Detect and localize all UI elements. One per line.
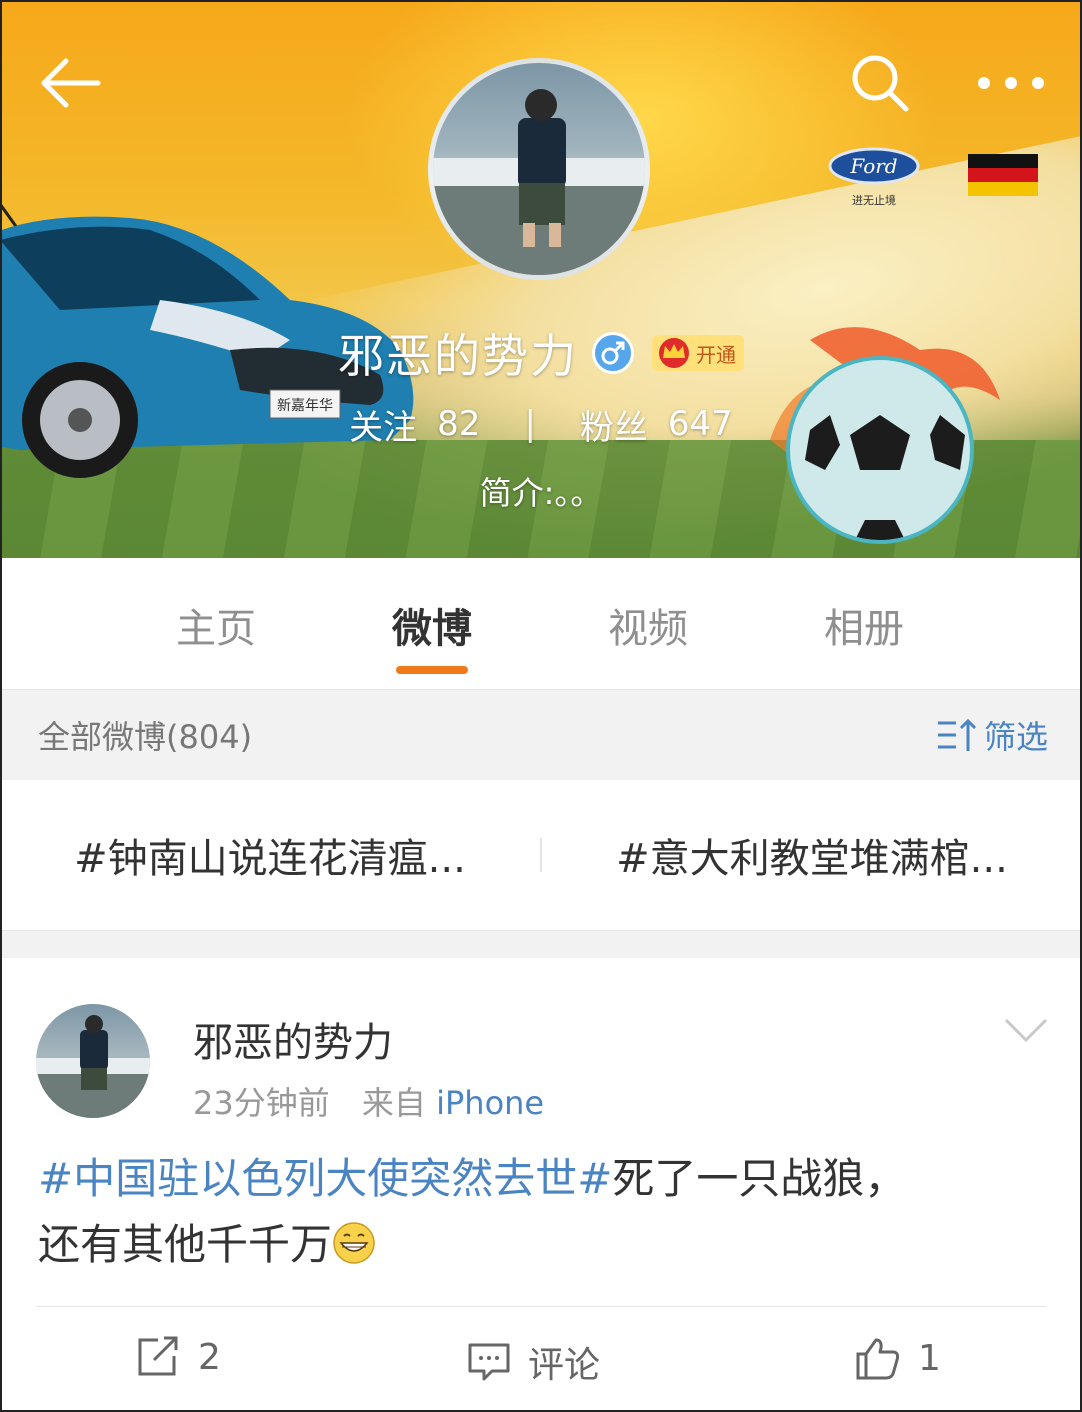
comment-button[interactable]: 评论 xyxy=(466,1336,600,1388)
post-hashtag[interactable]: #中国驻以色列大使突然去世# xyxy=(38,1154,612,1203)
following-label: 关注 xyxy=(349,407,418,448)
svg-text:Ford: Ford xyxy=(849,154,897,178)
repost-count: 2 xyxy=(198,1336,221,1378)
repost-button[interactable]: 2 xyxy=(136,1336,221,1378)
post-text-line2: 还有其他千千万 xyxy=(38,1220,333,1269)
profile-stats: 关注 82 | 粉丝 647 xyxy=(0,400,1082,448)
post-text-line1: 死了一只战狼， xyxy=(612,1154,907,1203)
grin-emoji-icon xyxy=(333,1222,375,1264)
vip-label: 开通 xyxy=(696,342,736,367)
following-count: 82 xyxy=(437,404,481,444)
post-author-avatar[interactable] xyxy=(36,1004,150,1118)
post-time: 23分钟前 xyxy=(193,1084,330,1122)
filter-icon xyxy=(937,718,977,751)
filter-label: 筛选 xyxy=(983,718,1048,756)
post-source-prefix: 来自 xyxy=(361,1084,426,1122)
profile-bio: 简介:。。 xyxy=(479,474,603,512)
filter-bar: 全部微博(804) 筛选 xyxy=(0,690,1082,780)
tab-video[interactable]: 视频 xyxy=(578,596,718,654)
back-button[interactable] xyxy=(30,48,110,118)
tab-home[interactable]: 主页 xyxy=(146,596,286,654)
all-weibo-count: 全部微博(804) xyxy=(38,718,253,756)
search-icon xyxy=(852,55,909,112)
followers-count: 647 xyxy=(667,404,733,444)
profile-banner: 新嘉年华 Ford 进无止境 邪恶的势力 开通 关注 82 | 粉丝 647 简… xyxy=(0,0,1082,558)
ford-logo: Ford 进无止境 xyxy=(828,147,920,207)
avatar-photo xyxy=(433,89,645,275)
crown-icon xyxy=(659,338,689,368)
like-count: 1 xyxy=(918,1337,941,1379)
followers-stat[interactable]: 粉丝 647 xyxy=(580,400,733,449)
more-dots-icon xyxy=(978,77,1044,89)
comment-icon xyxy=(468,1343,510,1381)
post-author-name[interactable]: 邪恶的势力 xyxy=(193,1010,393,1068)
post-divider xyxy=(36,1306,1046,1307)
svg-text:进无止境: 进无止境 xyxy=(852,193,896,207)
profile-name: 邪恶的势力 xyxy=(338,329,578,383)
search-button[interactable] xyxy=(840,48,920,118)
thumbs-up-icon xyxy=(856,1338,900,1380)
profile-tabs: 主页 微博 视频 相册 xyxy=(0,558,1082,690)
back-arrow-icon xyxy=(41,58,101,108)
following-stat[interactable]: 关注 82 xyxy=(349,400,480,449)
followers-label: 粉丝 xyxy=(579,407,648,448)
hot-topics: #钟南山说连花清瘟... #意大利教堂堆满棺... xyxy=(0,780,1082,930)
like-button[interactable]: 1 xyxy=(854,1336,941,1380)
post-meta: 23分钟前 来自 iPhone xyxy=(193,1078,544,1124)
avatar-photo xyxy=(36,1015,150,1118)
comment-label: 评论 xyxy=(528,1345,601,1386)
post-content: #中国驻以色列大使突然去世#死了一只战狼， 还有其他千千万 xyxy=(38,1146,1048,1278)
male-icon xyxy=(592,332,634,374)
active-tab-indicator xyxy=(396,666,468,674)
tab-album[interactable]: 相册 xyxy=(794,596,934,654)
germany-flag-icon xyxy=(968,154,1038,196)
profile-name-row: 邪恶的势力 开通 xyxy=(0,318,1082,388)
tab-weibo[interactable]: 微博 xyxy=(362,596,502,654)
profile-avatar[interactable] xyxy=(428,58,650,280)
topic-item[interactable]: #钟南山说连花清瘟... xyxy=(0,826,540,884)
repost-icon xyxy=(138,1336,178,1376)
topic-item[interactable]: #意大利教堂堆满棺... xyxy=(542,826,1082,884)
more-button[interactable] xyxy=(966,48,1056,118)
section-gap xyxy=(0,930,1082,958)
post-source[interactable]: iPhone xyxy=(436,1084,544,1122)
stats-separator: | xyxy=(524,404,536,444)
weibo-post: 邪恶的势力 23分钟前 来自 iPhone #中国驻以色列大使突然去世#死了一只… xyxy=(0,958,1082,1412)
filter-button[interactable]: 筛选 xyxy=(936,712,1048,758)
chevron-down-icon[interactable] xyxy=(1002,1016,1050,1046)
vip-open-button[interactable]: 开通 xyxy=(652,335,744,371)
